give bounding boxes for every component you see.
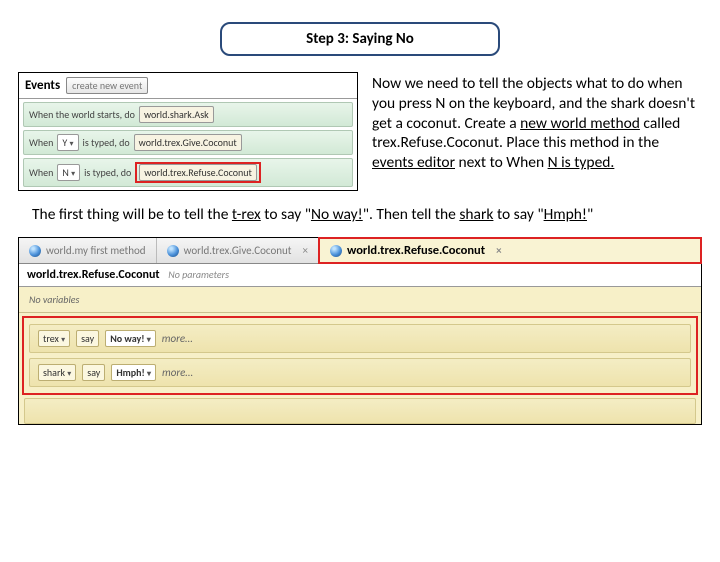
event-text: is typed, do xyxy=(84,166,131,179)
highlight-box: world.trex.Refuse.Coconut xyxy=(135,162,261,183)
object-tile[interactable]: shark ▾ xyxy=(38,364,76,381)
underlined-text: N is typed. xyxy=(548,153,615,172)
tab-label: world.trex.Give.Coconut xyxy=(184,244,292,257)
argument-tile[interactable]: Hmph! ▾ xyxy=(111,364,156,381)
close-icon[interactable]: × xyxy=(496,244,501,257)
chevron-down-icon: ▾ xyxy=(147,369,151,379)
underlined-text: new world method xyxy=(520,114,640,133)
event-method-tile[interactable]: world.trex.Refuse.Coconut xyxy=(139,164,257,181)
chevron-down-icon: ▾ xyxy=(61,335,65,345)
more-link[interactable]: more… xyxy=(162,332,193,345)
no-parameters-label: No parameters xyxy=(168,268,229,281)
world-icon xyxy=(167,245,179,257)
chevron-down-icon: ▾ xyxy=(71,169,75,179)
method-editor: world.my first method world.trex.Give.Co… xyxy=(18,237,702,425)
underlined-text: events editor xyxy=(372,153,455,172)
tab-bar: world.my first method world.trex.Give.Co… xyxy=(19,238,701,264)
event-text: is typed, do xyxy=(83,136,130,149)
empty-code-row[interactable] xyxy=(24,398,696,424)
code-row[interactable]: shark ▾ say Hmph! ▾ more… xyxy=(29,358,691,387)
event-row[interactable]: When the world starts, do world.shark.As… xyxy=(23,102,353,127)
object-tile[interactable]: trex ▾ xyxy=(38,330,70,347)
argument-tile[interactable]: No way! ▾ xyxy=(105,330,156,347)
key-tile[interactable]: N ▾ xyxy=(57,164,80,181)
event-row[interactable]: When N ▾ is typed, do world.trex.Refuse.… xyxy=(23,158,353,187)
highlight-box: trex ▾ say No way! ▾ more… shark ▾ say H… xyxy=(22,316,698,395)
action-tile[interactable]: say xyxy=(82,364,105,381)
instruction-paragraph: Now we need to tell the objects what to … xyxy=(372,72,702,191)
more-link[interactable]: more… xyxy=(162,366,193,379)
tab-active[interactable]: world.trex.Refuse.Coconut × xyxy=(318,237,702,264)
event-row[interactable]: When Y ▾ is typed, do world.trex.Give.Co… xyxy=(23,130,353,155)
code-row[interactable]: trex ▾ say No way! ▾ more… xyxy=(29,324,691,353)
chevron-down-icon: ▾ xyxy=(70,139,74,149)
event-method-tile[interactable]: world.shark.Ask xyxy=(139,106,214,123)
event-text: When the world starts, do xyxy=(29,108,135,121)
instruction-paragraph-2: The first thing will be to tell the t-re… xyxy=(0,191,720,229)
tab-label: world.trex.Refuse.Coconut xyxy=(347,243,485,258)
underlined-text: shark xyxy=(459,205,493,224)
underlined-text: Hmph! xyxy=(544,205,587,224)
tab[interactable]: world.trex.Give.Coconut × xyxy=(157,238,319,263)
event-text: When xyxy=(29,136,53,149)
method-name: world.trex.Refuse.Coconut xyxy=(27,268,160,282)
step-title: Step 3: Saying No xyxy=(220,22,500,56)
world-icon xyxy=(29,245,41,257)
events-panel: Events create new event When the world s… xyxy=(18,72,358,191)
create-event-button[interactable]: create new event xyxy=(66,77,148,94)
chevron-down-icon: ▾ xyxy=(147,335,151,345)
event-text: When xyxy=(29,166,53,179)
close-icon[interactable]: × xyxy=(303,244,308,257)
event-method-tile[interactable]: world.trex.Give.Coconut xyxy=(134,134,242,151)
underlined-text: No way! xyxy=(311,205,363,224)
events-heading: Events xyxy=(25,78,60,93)
action-tile[interactable]: say xyxy=(76,330,99,347)
top-row: Events create new event When the world s… xyxy=(0,66,720,191)
no-variables-label: No variables xyxy=(19,287,701,313)
tab[interactable]: world.my first method xyxy=(19,238,157,263)
method-title-bar: world.trex.Refuse.Coconut No parameters xyxy=(19,264,701,287)
chevron-down-icon: ▾ xyxy=(67,369,71,379)
events-header: Events create new event xyxy=(19,73,357,99)
tab-label: world.my first method xyxy=(46,244,146,257)
key-tile[interactable]: Y ▾ xyxy=(57,134,78,151)
underlined-text: t-rex xyxy=(232,205,261,224)
world-icon xyxy=(330,245,342,257)
